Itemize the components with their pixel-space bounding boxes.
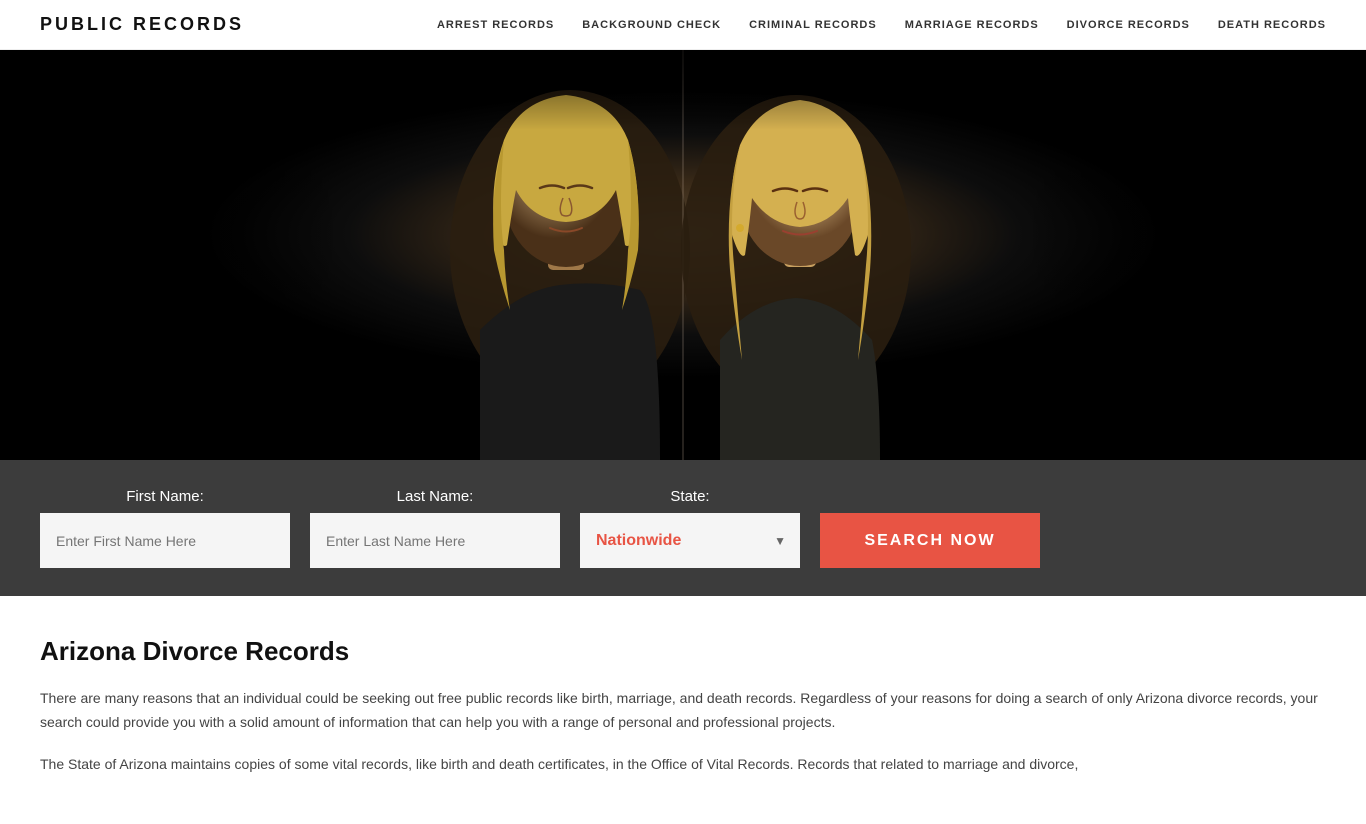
state-label: State: [580, 488, 800, 505]
nav-death-records[interactable]: DEATH RECORDS [1218, 19, 1326, 31]
site-logo[interactable]: PUBLIC RECORDS [40, 14, 244, 35]
nav-arrest-records[interactable]: ARREST RECORDS [437, 19, 554, 31]
main-nav: ARREST RECORDS BACKGROUND CHECK CRIMINAL… [437, 19, 1326, 31]
last-name-label: Last Name: [310, 488, 560, 505]
search-bar: First Name: Last Name: State: Nationwide… [0, 460, 1366, 596]
content-title: Arizona Divorce Records [40, 636, 1326, 667]
hero-background [0, 50, 1366, 460]
site-header: PUBLIC RECORDS ARREST RECORDS BACKGROUND… [0, 0, 1366, 50]
content-paragraph-1: There are many reasons that an individua… [40, 687, 1326, 735]
first-name-label: First Name: [40, 488, 290, 505]
first-name-input[interactable] [40, 513, 290, 568]
search-now-button[interactable]: SEARCH NOW [820, 513, 1040, 568]
last-name-field: Last Name: [310, 488, 560, 568]
last-name-input[interactable] [310, 513, 560, 568]
content-paragraph-2: The State of Arizona maintains copies of… [40, 753, 1326, 777]
nav-background-check[interactable]: BACKGROUND CHECK [582, 19, 721, 31]
nav-criminal-records[interactable]: CRIMINAL RECORDS [749, 19, 877, 31]
main-content: Arizona Divorce Records There are many r… [0, 596, 1366, 824]
hero-section [0, 50, 1366, 460]
first-name-field: First Name: [40, 488, 290, 568]
nav-marriage-records[interactable]: MARRIAGE RECORDS [905, 19, 1039, 31]
nav-divorce-records[interactable]: DIVORCE RECORDS [1067, 19, 1190, 31]
state-select-wrapper: Nationwide Alabama Alaska Arizona Arkans… [580, 513, 800, 568]
state-select[interactable]: Nationwide Alabama Alaska Arizona Arkans… [580, 513, 800, 568]
hero-image [0, 50, 1366, 460]
hero-figures [0, 50, 1366, 460]
state-field: State: Nationwide Alabama Alaska Arizona… [580, 488, 800, 568]
